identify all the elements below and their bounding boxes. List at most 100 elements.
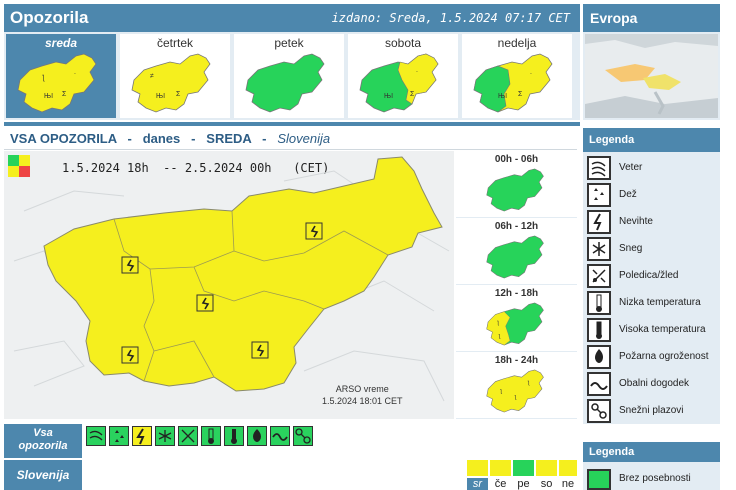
svg-text:Σ: Σ (62, 91, 67, 98)
day-label: nedelja (497, 36, 537, 50)
divider (4, 122, 580, 126)
legend-label: Nizka temperatura (619, 297, 701, 308)
slot-00-06[interactable]: 00h - 06h (456, 151, 577, 217)
slot-label: 00h - 06h (494, 154, 539, 165)
europe-map (585, 34, 718, 118)
day-chip-label: ne (561, 478, 575, 490)
day-chip-color (559, 460, 577, 476)
snow-icon[interactable] (155, 426, 175, 446)
slot-map (486, 235, 544, 279)
avalanche-icon[interactable] (293, 426, 313, 446)
legend-label: Brez posebnosti (619, 473, 691, 484)
separator: - (191, 131, 196, 146)
day-map: ЊI Σ. (473, 53, 553, 113)
day-chip-ne[interactable]: ne (559, 460, 577, 490)
day-chip-color (536, 460, 557, 476)
high-temperature-icon (587, 318, 611, 342)
low-temperature-icon[interactable] (201, 426, 221, 446)
legend-label: Nevihte (619, 216, 653, 227)
day-tab-sreda[interactable]: sreda ƪ ЊI Σ. (6, 34, 116, 118)
day-label: sobota (384, 36, 422, 50)
day-label: sreda (44, 36, 78, 50)
main-warning-map[interactable]: 1.5.2024 18h -- 2.5.2024 00h (CET) ARSO … (4, 151, 454, 419)
svg-text:ЊI: ЊI (156, 93, 165, 100)
svg-text:Σ: Σ (176, 91, 181, 98)
svg-text:ЊI: ЊI (384, 93, 393, 100)
day-map: ≠ ЊI Σ (131, 53, 211, 113)
day-map: ЊI Σ. (359, 53, 439, 113)
legend-item-low-temp: Nizka temperatura (587, 291, 717, 317)
legend-item-high-temp: Visoka temperatura (587, 318, 717, 344)
day-chip-label: pe (517, 478, 530, 490)
no-warning-swatch (587, 469, 611, 490)
slovenia-label: Slovenija (4, 460, 82, 490)
section-day: SREDA (206, 131, 252, 146)
day-chip-label: so (540, 478, 553, 490)
warnings-page: Opozorila izdano: Sreda, 1.5.2024 07:17 … (0, 0, 736, 490)
legend-label: Požarna ogroženost (619, 351, 709, 362)
legend-item-thunderstorm: Nevihte (587, 210, 717, 236)
legend-item-snow: Sneg (587, 237, 717, 263)
day-selector: sreda ƪ ЊI Σ. četrtek ≠ ЊI Σ petek sobota (4, 32, 580, 120)
fire-danger-icon (587, 345, 611, 369)
europe-header: Evropa (583, 4, 720, 32)
day-chip-ce[interactable]: če (490, 460, 511, 490)
slot-12-18[interactable]: 12h - 18h ƪƪ (456, 285, 577, 351)
map-credit: ARSO vreme 1.5.2024 18:01 CET (322, 383, 403, 407)
wind-icon[interactable] (86, 426, 106, 446)
credit-source: ARSO vreme (335, 384, 389, 394)
time-slots: 00h - 06h 06h - 12h 12h - 18h ƪƪ 18h - 2… (456, 151, 577, 419)
legend-label: Snežni plazovi (619, 405, 684, 416)
coastal-event-icon (587, 372, 611, 396)
legend-item-rain: Dež (587, 183, 717, 209)
day-chip-pe[interactable]: pe (513, 460, 534, 490)
svg-text:Σ: Σ (410, 91, 415, 98)
slot-map (486, 168, 544, 212)
wind-icon (587, 156, 611, 180)
svg-text:.: . (530, 69, 532, 76)
svg-text:ЊI: ЊI (498, 93, 507, 100)
legend-item-coastal: Obalni dogodek (587, 372, 717, 398)
ice-icon (587, 264, 611, 288)
label-line: opozorila (18, 440, 68, 452)
legend-item-avalanche: Snežni plazovi (587, 399, 717, 425)
day-tab-sobota[interactable]: sobota ЊI Σ. (348, 34, 458, 118)
day-tab-cetrtek[interactable]: četrtek ≠ ЊI Σ (120, 34, 230, 118)
slot-06-12[interactable]: 06h - 12h (456, 218, 577, 284)
fire-danger-icon[interactable] (247, 426, 267, 446)
section-all-warnings: VSA OPOZORILA (10, 131, 117, 146)
legend-label: Poledica/žled (619, 270, 679, 281)
legend-label: Obalni dogodek (619, 378, 690, 389)
slovenia-map (13, 156, 450, 402)
europe-thumbnail[interactable] (583, 32, 720, 120)
day-chip-color (513, 460, 534, 476)
thunderstorm-icon[interactable] (132, 426, 152, 446)
credit-time: 1.5.2024 18:01 CET (322, 396, 403, 406)
coastal-event-icon[interactable] (270, 426, 290, 446)
section-today: danes (142, 131, 181, 146)
day-chip-so[interactable]: so (536, 460, 557, 490)
day-map: ƪ ЊI Σ. (17, 53, 97, 113)
day-chip-sr[interactable]: sr (467, 460, 488, 490)
svg-text:.: . (416, 67, 418, 74)
ice-icon[interactable] (178, 426, 198, 446)
slot-18-24[interactable]: 18h - 24h ƪƪƪ (456, 352, 577, 418)
high-temperature-icon[interactable] (224, 426, 244, 446)
legend-status-panel: Legenda Brez posebnosti (583, 442, 720, 490)
thunderstorm-icon (587, 210, 611, 234)
rain-icon[interactable] (109, 426, 129, 446)
header-bar: Opozorila izdano: Sreda, 1.5.2024 07:17 … (4, 4, 580, 32)
day-tab-nedelja[interactable]: nedelja ЊI Σ. (462, 34, 572, 118)
europe-title[interactable]: Evropa (590, 10, 637, 26)
slot-label: 18h - 24h (494, 355, 539, 366)
day-tab-petek[interactable]: petek (234, 34, 344, 118)
legend-title: Legenda (583, 442, 720, 462)
section-region: Slovenija (277, 131, 331, 146)
legend-label: Visoka temperatura (619, 324, 706, 335)
warning-types-row: Vsa opozorila (4, 424, 577, 458)
svg-text:.: . (74, 69, 76, 76)
day-chip-label: sr (467, 478, 488, 490)
day-map (245, 53, 325, 113)
day-chip-color (490, 460, 511, 476)
all-warnings-label: Vsa opozorila (4, 424, 82, 458)
